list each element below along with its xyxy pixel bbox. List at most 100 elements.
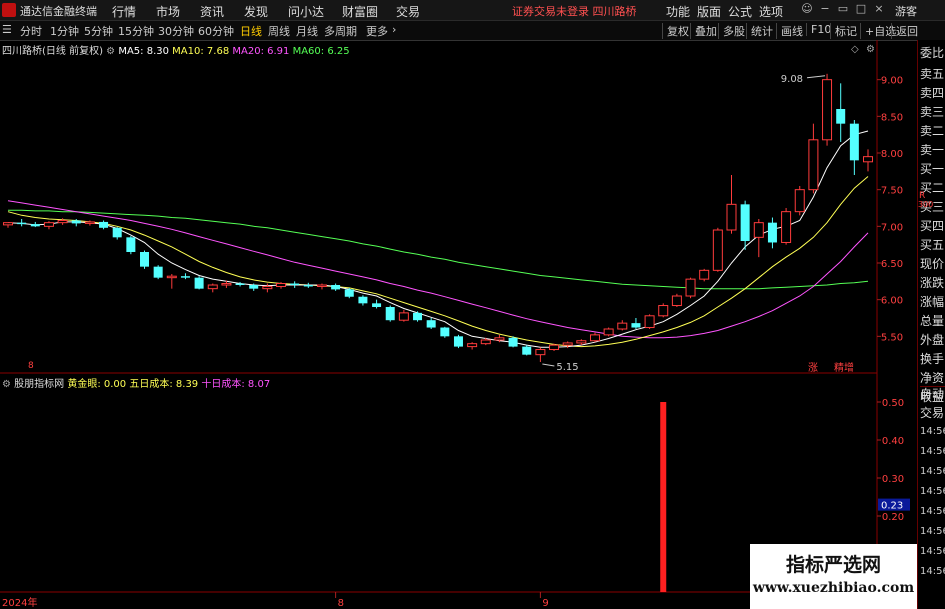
side-sell3[interactable]: 卖三 <box>920 102 945 122</box>
more-chevron-icon[interactable]: › <box>392 23 396 36</box>
candle-down <box>112 227 122 238</box>
side-buy4[interactable]: 买四 <box>920 216 945 236</box>
legend-gear-icon[interactable]: ⚙ <box>106 46 115 57</box>
period-15min[interactable]: 15分钟 <box>118 23 154 39</box>
candle-up <box>316 284 327 287</box>
candle-down <box>331 285 341 290</box>
candle-up <box>221 283 232 286</box>
watermark: 指标严选网 www.xuezhibiao.com <box>750 544 917 609</box>
period-1min[interactable]: 1分钟 <box>50 23 79 39</box>
menu-faxian[interactable]: 发现 <box>244 3 268 20</box>
side-sell4[interactable]: 卖四 <box>920 83 945 103</box>
menu-caifuquan[interactable]: 财富圈 <box>342 3 378 20</box>
trade-login-notice[interactable]: 证券交易未登录 四川路桥 <box>512 3 637 19</box>
y-tick-label: 7.50 <box>881 186 903 197</box>
side-weibi[interactable]: 委比 <box>920 43 945 63</box>
btn-biaoji[interactable]: 标记 <box>830 23 857 39</box>
y-tick-label: 6.00 <box>881 296 903 307</box>
maximize-icon[interactable]: □ <box>854 2 868 16</box>
chart-legend: 四川路桥(日线 前复权) ⚙ MA5: 8.30 MA10: 7.68 MA20… <box>2 42 350 57</box>
period-more[interactable]: 更多 <box>366 23 388 39</box>
side-auto[interactable]: 自动 <box>920 384 945 404</box>
restore-icon[interactable]: ▭ <box>836 2 850 16</box>
side-sell2[interactable]: 卖二 <box>920 121 945 141</box>
candle-down <box>99 221 109 228</box>
high-label: 9.08 <box>781 74 803 85</box>
indicator-gear-icon[interactable]: ⚙ <box>2 379 11 390</box>
period-weekly[interactable]: 周线 <box>268 23 290 39</box>
candle-up <box>794 189 805 213</box>
badge-300: 300 <box>918 200 934 209</box>
side-change: 涨跌 <box>920 276 945 290</box>
btn-duogu[interactable]: 多股 <box>718 23 745 39</box>
ma20-line <box>7 200 869 339</box>
candle-down <box>522 346 532 355</box>
tick-time: 14:56 <box>920 566 945 577</box>
period-fenshi[interactable]: 分时 <box>20 23 42 39</box>
user-icon[interactable]: ☺ <box>800 2 814 16</box>
menu-banmian[interactable]: 版面 <box>697 3 721 20</box>
indicator-cost5: 五日成本: 8.39 <box>129 379 199 390</box>
btn-fuquan[interactable]: 复权 <box>662 23 689 39</box>
period-multi[interactable]: 多周期 <box>324 23 357 39</box>
indicator-legend: ⚙ 股朋指标网 黄金眼: 0.00 五日成本: 8.39 十日成本: 8.07 <box>2 375 270 390</box>
period-30min[interactable]: 30分钟 <box>158 23 194 39</box>
btn-huaxian[interactable]: 画线 <box>776 23 803 39</box>
guest-label[interactable]: 游客 <box>895 3 917 19</box>
kline-chart[interactable]: 9.00 8.50 8.00 7.50 7.00 6.50 6.00 5.50 0.50 0.40… <box>0 40 917 609</box>
badge-zhang[interactable]: 涨 <box>808 359 818 374</box>
y-tick-label: 7.00 <box>881 222 903 233</box>
menu-zixun[interactable]: 资讯 <box>200 3 224 20</box>
indicator-name[interactable]: 股朋指标网 <box>14 379 64 390</box>
quote-side-panel: 委比 卖五 卖四 卖三 卖二 卖一 买一 买二 买三 买四 买五 现价 涨跌 涨… <box>917 40 945 609</box>
menu-jiaoyi[interactable]: 交易 <box>396 3 420 20</box>
btn-fanhui[interactable]: 返回 <box>891 23 918 39</box>
menu-xuanxiang[interactable]: 选项 <box>759 3 783 20</box>
settings-icon: ⚙ <box>866 44 875 55</box>
ind-y-tick-label: 0.20 <box>882 512 904 523</box>
candle-down <box>631 323 641 328</box>
stock-name[interactable]: 四川路桥(日线 前复权) <box>2 46 103 57</box>
btn-diejia[interactable]: 叠加 <box>690 23 717 39</box>
candle-up <box>712 229 723 271</box>
minimize-icon[interactable]: − <box>818 2 832 16</box>
side-buy5[interactable]: 买五 <box>920 235 945 255</box>
y-tick-label: 9.00 <box>881 76 903 87</box>
btn-tongji[interactable]: 统计 <box>746 23 773 39</box>
candle-down <box>249 285 259 289</box>
candle-up <box>43 222 54 227</box>
side-price: 现价 <box>920 257 945 271</box>
toolbar-menu-icon[interactable]: ☰ <box>2 23 12 36</box>
candle-down <box>849 123 859 161</box>
side-buy1[interactable]: 买一 <box>920 159 945 179</box>
legend-ma5: MA5: 8.30 <box>118 46 169 57</box>
candle-down <box>413 312 423 321</box>
menu-wenxiaoda[interactable]: 问小达 <box>288 3 324 20</box>
menu-gongshi[interactable]: 公式 <box>728 3 752 20</box>
close-icon[interactable]: × <box>872 2 886 16</box>
menu-shichang[interactable]: 市场 <box>156 3 180 20</box>
candle-down <box>126 237 136 252</box>
side-turnover: 换手 <box>920 352 945 366</box>
menu-hangqing[interactable]: 行情 <box>112 3 136 20</box>
side-volume: 总量 <box>920 314 945 328</box>
candle-up <box>658 305 669 317</box>
candle-down <box>140 252 150 267</box>
btn-f10[interactable]: F10 <box>806 23 831 36</box>
side-sell5[interactable]: 卖五 <box>920 64 945 84</box>
side-sell1[interactable]: 卖一 <box>920 140 945 160</box>
menu-gongneng[interactable]: 功能 <box>666 3 690 20</box>
candle-up <box>863 156 873 163</box>
period-5min[interactable]: 5分钟 <box>84 23 113 39</box>
candle-down <box>836 109 846 124</box>
candle-down <box>358 296 368 304</box>
side-trade[interactable]: 交易 <box>920 403 945 423</box>
high-pointer <box>806 75 826 79</box>
y-tick-label: 6.50 <box>881 259 903 270</box>
badge-jingzeng[interactable]: 精增 <box>834 359 854 374</box>
candle-down <box>303 285 313 287</box>
period-monthly[interactable]: 月线 <box>296 23 318 39</box>
legend-ma60: MA60: 6.25 <box>292 46 350 57</box>
period-daily[interactable]: 日线 <box>240 23 262 39</box>
period-60min[interactable]: 60分钟 <box>198 23 234 39</box>
